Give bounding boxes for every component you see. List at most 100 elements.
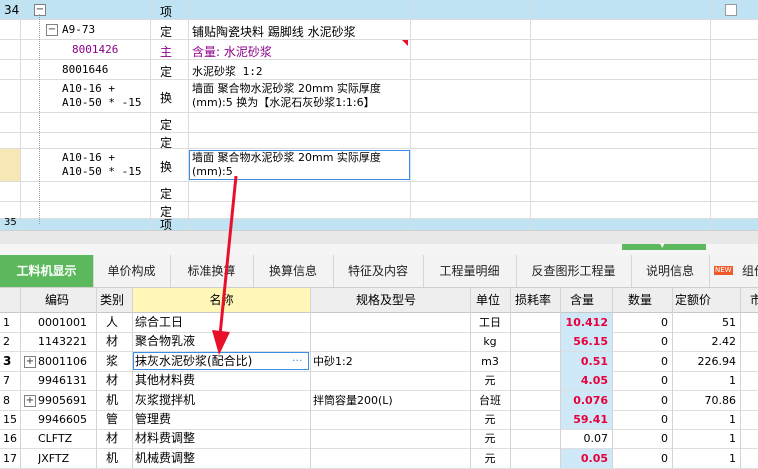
divider [672,288,673,468]
divider [470,288,471,468]
quantity-cell: 0 [661,432,668,446]
col-header-market[interactable]: 市 [750,288,758,312]
table-row[interactable]: 8001646 定 水泥砂浆 1:2 [0,60,758,80]
type-cell: 定 [160,187,173,201]
col-header-code[interactable]: 编码 [45,288,69,312]
type-cell: 定 [160,25,173,39]
code-cell: 9946605 [38,413,87,426]
code-cell: 1143221 [38,335,87,349]
tab-features[interactable]: 特征及内容 [333,255,424,287]
row-index: 16 [3,432,17,446]
col-header-spec[interactable]: 规格及型号 [356,288,416,312]
code-cell: 0001001 [38,316,87,329]
category-cell: 机 [106,392,119,407]
table-row[interactable]: A10-16 + A10-50 * -15 换 墙面 聚合物水泥砂浆 20mm … [0,80,758,113]
name-cell-editor[interactable] [133,351,309,370]
category-cell: 材 [106,373,119,388]
divider [510,288,511,468]
table-row[interactable]: 8 9905691 机 灰浆搅拌机 拌筒容量200(L) 台班 0.076 0 70.86 + [0,390,758,411]
tab-quantity-detail[interactable]: 工程量明细 [423,255,517,287]
col-header-unit[interactable]: 单位 [476,288,500,312]
col-header-quantity[interactable]: 数量 [628,288,652,312]
table-row[interactable]: 16 CLFTZ 材 材料费调整 元 0.07 0 1 [0,429,758,450]
table-row[interactable]: 2 1143221 材 聚合物乳液 kg 56.15 0 2.42 [0,332,758,353]
table-row[interactable]: 34 − 项 [0,0,758,20]
quota-price-cell: 1 [729,413,736,426]
content-cell: 10.412 [561,313,612,332]
chevron-down-icon[interactable]: ▾ [660,241,665,251]
name-cell: 水泥砂浆 1:2 [192,65,263,78]
grid-header: 编码 类别 名称 规格及型号 单位 损耗率 含量 数量 定额价 市 [0,288,758,313]
name-cell[interactable]: 机械费调整 [135,449,195,468]
row-index: 1 [3,316,10,329]
content-cell: 4.05 [561,371,612,391]
table-row[interactable]: 1 0001001 人 综合工日 工日 10.412 0 51 [0,313,758,333]
tree-line [39,14,41,224]
quantity-cell: 0 [661,393,668,407]
table-row[interactable]: 35 项 [0,217,758,230]
horizontal-scrollbar[interactable] [0,230,758,245]
tab-reverse-lookup[interactable]: 反查图形工程量 [516,255,632,287]
table-row[interactable]: 定 [0,133,758,150]
tab-description[interactable]: 说明信息 [631,255,710,287]
name-cell[interactable]: 其他材料费 [135,371,195,390]
quota-price-cell: 1 [729,374,736,388]
tab-labor-materials[interactable]: 工料机显示 [0,255,94,287]
unit-cell: 元 [484,451,496,465]
name-cell[interactable]: 综合工日 [135,313,183,332]
expand-toggle[interactable]: + [24,394,36,407]
table-row[interactable]: 15 9946605 管 管理费 元 59.41 0 1 [0,410,758,430]
tab-standard-conversion[interactable]: 标准换算 [170,255,254,287]
divider [740,288,741,468]
splitter[interactable]: ▾ [0,241,758,255]
code-cell: 8001426 [72,43,119,56]
category-cell: 管 [106,412,119,426]
row-index: 15 [3,413,17,426]
tab-conversion-info[interactable]: 换算信息 [253,255,334,287]
divider [530,0,531,230]
table-row[interactable]: 定 [0,113,758,133]
table-row[interactable]: − A9-73 定 铺贴陶瓷块料 踢脚线 水泥砂浆 [0,20,758,40]
divider [188,0,189,230]
row-index: 7 [3,374,10,388]
col-header-loss-rate[interactable]: 损耗率 [515,288,551,312]
table-row[interactable]: 17 JXFTZ 机 机械费调整 元 0.05 0 1 [0,448,758,469]
tab-unit-price[interactable]: 单价构成 [93,255,171,287]
quota-table: 34 − 项 − A9-73 定 铺贴陶瓷块料 踢脚线 水泥砂浆 8001426… [0,0,758,230]
row-index: 17 [3,451,17,465]
name-cell[interactable]: 材料费调整 [135,429,195,448]
table-row[interactable]: 8001426 主 含量: 水泥砂浆 [0,40,758,60]
name-cell[interactable]: 管理费 [135,410,171,429]
tab-group-price[interactable]: 组价 [734,255,758,287]
col-header-name[interactable]: 名称 [133,288,310,312]
divider [710,0,711,230]
more-options-icon[interactable]: ··· [292,352,303,370]
row-index: 3 [3,353,12,368]
quota-price-cell: 1 [729,451,736,465]
name-cell-editing[interactable]: 墙面 聚合物水泥砂浆 20mm 实际厚度 (mm):5 [189,150,410,180]
expand-toggle[interactable]: + [24,355,36,368]
category-cell: 人 [106,315,119,329]
code-cell: CLFTZ [38,432,73,446]
divider [560,288,561,468]
content-cell: 0.05 [561,448,612,468]
col-header-category[interactable]: 类别 [100,288,124,312]
name-cell[interactable]: 聚合物乳液 [135,332,195,351]
collapse-toggle[interactable]: − [46,24,58,36]
divider [612,288,613,468]
type-cell: 主 [160,45,173,59]
quantity-cell: 0 [661,451,668,465]
quota-price-cell: 1 [729,432,736,446]
table-row[interactable]: 3 8001106 浆抹灰水泥砂浆(配合比) 中砂1:2 m3 0.51 0 226.94 + ·… [0,351,758,372]
divider [20,288,21,468]
table-row[interactable]: 7 9946131 材 其他材料费 元 4.05 0 1 [0,371,758,392]
name-cell[interactable]: 灰浆搅拌机 [135,391,195,410]
col-header-quota-price[interactable]: 定额价 [675,288,711,312]
col-header-content[interactable]: 含量 [570,288,594,312]
quota-price-cell: 70.86 [704,393,737,407]
table-row[interactable]: 定 [0,182,758,202]
row-index: 8 [3,393,10,407]
checkbox[interactable] [725,4,737,16]
table-row[interactable]: 定 [0,202,758,219]
table-row-selected[interactable]: A10-16 + A10-50 * -15 换 墙面 聚合物水泥砂浆 20mm … [0,149,758,182]
